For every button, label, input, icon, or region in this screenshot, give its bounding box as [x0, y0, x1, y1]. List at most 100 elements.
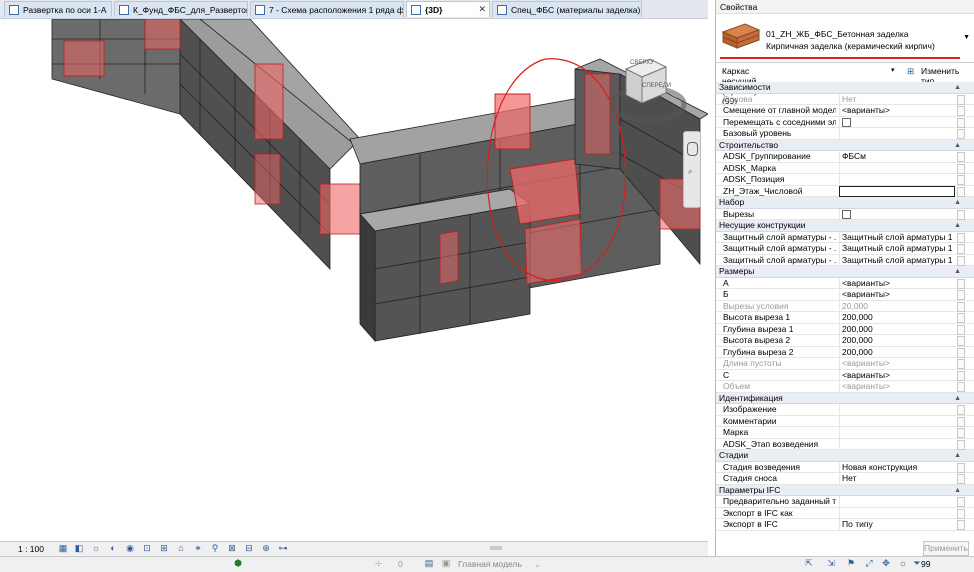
property-value[interactable]: <варианты>	[839, 358, 955, 369]
property-row[interactable]: Защитный слой арматуры - ... Защитный сло…	[716, 254, 974, 266]
reveal-hidden-icon[interactable]: ⚲	[210, 544, 220, 553]
property-row[interactable]: Б <варианты>	[716, 289, 974, 301]
property-row[interactable]: Стадия возведения Новая конструкция	[716, 461, 974, 473]
crop-view-icon[interactable]: ⊡	[142, 544, 152, 553]
property-value[interactable]	[839, 128, 955, 139]
associate-parameter-button[interactable]	[957, 290, 965, 300]
associate-parameter-button[interactable]	[957, 186, 965, 197]
property-row[interactable]: Глубина выреза 1 200,000	[716, 323, 974, 335]
selection-count[interactable]: 99	[921, 559, 930, 569]
associate-parameter-button[interactable]	[957, 324, 965, 335]
property-row[interactable]: Высота выреза 1 200,000	[716, 312, 974, 324]
property-row[interactable]: ZH_Этаж_Числовой	[716, 185, 974, 197]
associate-parameter-button[interactable]	[957, 175, 965, 185]
property-row[interactable]: Стадия сноса Нет	[716, 473, 974, 485]
property-group-header[interactable]: Строительство ▲	[716, 139, 974, 151]
render-icon[interactable]: ◉	[125, 544, 135, 553]
collapse-icon[interactable]: ▲	[954, 220, 961, 231]
associate-parameter-button[interactable]	[957, 244, 965, 254]
property-row[interactable]: Предварительно заданный ти...	[716, 496, 974, 508]
associate-parameter-button[interactable]	[957, 232, 965, 243]
collapse-icon[interactable]: ▲	[954, 140, 961, 151]
property-value[interactable]: <варианты>	[839, 277, 955, 289]
active-model[interactable]: Главная модель	[458, 559, 522, 569]
property-row[interactable]: ADSK_Этап возведения	[716, 438, 974, 450]
property-row[interactable]: Основа Нет	[716, 93, 974, 105]
apply-button[interactable]: Применить	[923, 541, 969, 556]
view-scale[interactable]: 1 : 100	[18, 544, 44, 554]
property-row[interactable]: Защитный слой арматуры - ... Защитный сло…	[716, 231, 974, 243]
associate-parameter-button[interactable]	[957, 152, 965, 162]
worksets-icon[interactable]: ⬢	[233, 559, 243, 568]
select-by-face-icon[interactable]: ⤢	[864, 559, 874, 568]
property-group-header[interactable]: Набор ▲	[716, 197, 974, 209]
associate-parameter-button[interactable]	[957, 462, 965, 473]
zoom-icon[interactable]: ⌕	[688, 167, 692, 177]
associate-parameter-button[interactable]	[957, 301, 965, 312]
tab-skhema[interactable]: 7 - Схема расположения 1 ряда ф...	[250, 1, 404, 17]
property-value[interactable]: <варианты>	[839, 105, 955, 116]
select-pinned-icon[interactable]: ⚑	[846, 559, 856, 568]
show-crop-icon[interactable]: ⊞	[159, 544, 169, 553]
property-checkbox[interactable]	[842, 209, 851, 219]
property-row[interactable]: Перемещать с соседними эл...	[716, 116, 974, 128]
chevron-down-icon[interactable]: ▼	[963, 34, 970, 41]
drag-elements-icon[interactable]: ✥	[881, 559, 891, 568]
property-value[interactable]: 200,000	[839, 346, 955, 358]
property-row[interactable]: Вырезы условия 20,000	[716, 300, 974, 312]
associate-parameter-button[interactable]	[957, 313, 965, 323]
editable-only-icon[interactable]: ⊹	[375, 559, 382, 568]
property-value[interactable]	[839, 174, 955, 185]
temp-hide-icon[interactable]: ⚭	[193, 544, 203, 553]
property-row[interactable]: Объем <варианты>	[716, 381, 974, 393]
property-value[interactable]: ФБСм	[839, 151, 955, 162]
shadows-icon[interactable]: ◐	[108, 544, 118, 553]
tab-k-fund[interactable]: К_Фунд_ФБС_для_Разверток	[114, 1, 248, 17]
property-group-header[interactable]: Несущие конструкции ▲	[716, 220, 974, 232]
select-underlay-icon[interactable]: ⇲	[826, 559, 836, 568]
associate-parameter-button[interactable]	[957, 416, 965, 427]
property-row[interactable]: Вырезы	[716, 208, 974, 220]
property-value[interactable]: 200,000	[839, 312, 955, 323]
3d-viewport[interactable]: СВЕРХУ СПЕРЕДИ ⌕	[0, 19, 708, 541]
visual-style-icon[interactable]: ◧	[74, 544, 84, 553]
collapse-icon[interactable]: ▲	[954, 82, 961, 93]
associate-parameter-button[interactable]	[957, 370, 965, 381]
associate-parameter-button[interactable]	[957, 106, 965, 116]
property-checkbox[interactable]	[842, 117, 851, 127]
property-value[interactable]: По типу	[839, 519, 955, 530]
property-value[interactable]	[839, 507, 955, 519]
property-value[interactable]: Защитный слой арматуры 1 <...	[839, 231, 955, 243]
property-value[interactable]: Новая конструкция	[839, 461, 955, 473]
property-value[interactable]	[839, 404, 955, 415]
associate-parameter-button[interactable]	[957, 117, 965, 128]
property-row[interactable]: С <варианты>	[716, 369, 974, 381]
property-value[interactable]: Нет	[839, 93, 955, 105]
property-row[interactable]: ADSK_Группирование ФБСм	[716, 151, 974, 163]
property-value[interactable]: <варианты>	[839, 381, 955, 392]
background-process-icon[interactable]: ☼	[898, 559, 908, 568]
associate-parameter-button[interactable]	[957, 474, 965, 484]
property-row[interactable]: Длина пустоты <варианты>	[716, 358, 974, 370]
property-row[interactable]: Марка	[716, 427, 974, 439]
property-value[interactable]: <варианты>	[839, 369, 955, 381]
property-row[interactable]: Комментарии	[716, 415, 974, 427]
viewcube-top-label[interactable]: СВЕРХУ	[630, 60, 654, 66]
tab-razvertka[interactable]: Развертка по оси 1-А	[4, 1, 112, 17]
property-row[interactable]: Защитный слой арматуры - ... Защитный сло…	[716, 243, 974, 255]
property-row[interactable]: ADSK_Марка	[716, 162, 974, 174]
worksharing-icon[interactable]: ⊠	[227, 544, 237, 553]
type-selector[interactable]: 01_ZH_ЖБ_ФБС_Бетонная заделка Кирпичная …	[716, 14, 974, 63]
property-value[interactable]: 20,000	[839, 300, 955, 312]
associate-parameter-button[interactable]	[957, 94, 965, 105]
view-cube[interactable]: СВЕРХУ СПЕРЕДИ	[608, 49, 688, 129]
associate-parameter-button[interactable]	[957, 336, 965, 346]
close-icon[interactable]: ✕	[478, 4, 486, 15]
associate-parameter-button[interactable]	[957, 347, 965, 358]
property-row[interactable]: ADSK_Позиция	[716, 174, 974, 186]
collapse-icon[interactable]: ▲	[954, 450, 961, 461]
associate-parameter-button[interactable]	[957, 129, 965, 139]
property-row[interactable]: Изображение	[716, 404, 974, 416]
property-value[interactable]	[839, 208, 955, 220]
property-row[interactable]: Глубина выреза 2 200,000	[716, 346, 974, 358]
